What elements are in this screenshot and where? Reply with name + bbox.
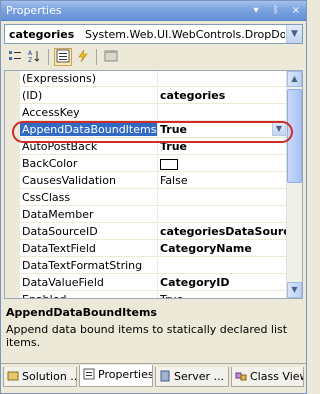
- property-value[interactable]: True: [160, 293, 288, 298]
- column-divider: [157, 105, 158, 121]
- color-swatch: [160, 158, 178, 170]
- property-name: (ID): [22, 89, 43, 102]
- title-bar[interactable]: Properties ▾ ᛒ ×: [1, 1, 306, 21]
- property-row[interactable]: DataMember: [20, 207, 288, 223]
- properties-icon[interactable]: [54, 48, 72, 66]
- tool-window-tabs: Solution ... Properties Server ... Class…: [1, 363, 306, 393]
- property-name: CausesValidation: [22, 174, 116, 187]
- property-name: DataSourceID: [22, 225, 98, 238]
- column-divider: [157, 258, 158, 274]
- tab-label: Solution ...: [22, 370, 77, 383]
- solution-icon: [7, 370, 19, 382]
- property-row[interactable]: CssClass: [20, 190, 288, 206]
- column-divider: [157, 241, 158, 257]
- property-value[interactable]: categories: [160, 89, 288, 102]
- object-selector[interactable]: categories System.Web.UI.WebControls.Dro…: [4, 24, 303, 44]
- scroll-up-icon[interactable]: ▲: [287, 71, 302, 87]
- grid-gutter: [5, 71, 20, 298]
- property-row[interactable]: BackColor: [20, 156, 288, 172]
- selected-object-type: System.Web.UI.WebControls.DropDownList: [85, 28, 285, 41]
- property-row[interactable]: AutoPostBack True: [20, 139, 288, 155]
- property-row[interactable]: DataTextField CategoryName: [20, 241, 288, 257]
- property-name: CssClass: [22, 191, 71, 204]
- tab-solution-explorer[interactable]: Solution ...: [3, 367, 77, 387]
- close-button[interactable]: ×: [289, 4, 303, 18]
- property-name: (Expressions): [22, 72, 97, 85]
- property-name: DataTextField: [22, 242, 96, 255]
- tab-class-view[interactable]: Class View: [231, 367, 304, 387]
- property-value[interactable]: True: [160, 140, 288, 153]
- chevron-down-icon[interactable]: ▼: [286, 25, 302, 43]
- property-pages-icon[interactable]: [102, 48, 120, 66]
- categorized-icon[interactable]: [6, 48, 24, 66]
- column-divider: [157, 190, 158, 206]
- alphabetical-icon[interactable]: AZ: [26, 48, 44, 66]
- tab-label: Server ...: [174, 370, 225, 383]
- tab-properties[interactable]: Properties: [79, 365, 153, 387]
- property-row[interactable]: DataTextFormatString: [20, 258, 288, 274]
- property-name: BackColor: [22, 157, 78, 170]
- property-value[interactable]: CategoryID: [160, 276, 288, 289]
- column-divider: [157, 173, 158, 189]
- property-value[interactable]: CategoryName: [160, 242, 288, 255]
- column-divider: [157, 156, 158, 172]
- toolbar-separator: [96, 49, 97, 65]
- description-title: AppendDataBoundItems: [6, 306, 157, 319]
- property-value[interactable]: True: [160, 123, 288, 136]
- column-divider: [157, 71, 158, 87]
- property-name: AccessKey: [22, 106, 80, 119]
- property-value[interactable]: categoriesDataSource: [160, 225, 288, 238]
- property-name: AppendDataBoundItems: [20, 123, 157, 136]
- property-grid: (Expressions) (ID) categories AccessKey Appe…: [4, 70, 303, 299]
- scroll-thumb[interactable]: [287, 89, 302, 183]
- toolbar-separator: [48, 49, 49, 65]
- tab-server-explorer[interactable]: Server ...: [155, 367, 229, 387]
- class-view-icon: [235, 370, 247, 382]
- selected-object-name: categories: [9, 28, 75, 41]
- events-icon[interactable]: [74, 48, 92, 66]
- auto-hide-pin-button[interactable]: ᛒ: [269, 4, 283, 18]
- property-row[interactable]: (ID) categories: [20, 88, 288, 104]
- property-name: DataMember: [22, 208, 94, 221]
- property-row[interactable]: AccessKey: [20, 105, 288, 121]
- vertical-scrollbar[interactable]: ▲ ▼: [286, 71, 302, 298]
- server-icon: [159, 370, 171, 382]
- window-title: Properties: [6, 4, 62, 17]
- property-row[interactable]: (Expressions): [20, 71, 288, 87]
- column-divider: [157, 88, 158, 104]
- property-value[interactable]: [160, 157, 288, 170]
- properties-toolbar: AZ: [4, 47, 303, 67]
- window-position-button[interactable]: ▾: [249, 4, 263, 18]
- properties-window: Properties ▾ ᛒ × categories System.Web.U…: [0, 0, 307, 394]
- property-row[interactable]: AppendDataBoundItems True ▼: [20, 122, 288, 138]
- property-row[interactable]: DataValueField CategoryID: [20, 275, 288, 291]
- column-divider: [157, 292, 158, 298]
- tab-label: Properties: [98, 368, 153, 381]
- column-divider: [157, 207, 158, 223]
- svg-text:Z: Z: [28, 57, 32, 63]
- scroll-down-icon[interactable]: ▼: [287, 282, 302, 298]
- description-text: Append data bound items to statically de…: [6, 323, 288, 349]
- column-divider: [157, 139, 158, 155]
- property-row[interactable]: DataSourceID categoriesDataSource: [20, 224, 288, 240]
- tab-label: Class View: [250, 370, 304, 383]
- column-divider: [157, 224, 158, 240]
- property-name: DataTextFormatString: [22, 259, 143, 272]
- column-divider: [157, 275, 158, 291]
- description-panel: AppendDataBoundItems Append data bound i…: [4, 301, 303, 363]
- property-value[interactable]: False: [160, 174, 288, 187]
- property-row[interactable]: CausesValidation False: [20, 173, 288, 189]
- value-dropdown-icon[interactable]: ▼: [272, 122, 286, 136]
- svg-text:A: A: [28, 50, 33, 57]
- property-name: AutoPostBack: [22, 140, 98, 153]
- property-row[interactable]: EnabledTrue: [20, 292, 288, 298]
- property-name: Enabled: [22, 293, 157, 298]
- column-divider: [157, 122, 158, 138]
- properties-tab-icon: [83, 368, 95, 380]
- property-name: DataValueField: [22, 276, 104, 289]
